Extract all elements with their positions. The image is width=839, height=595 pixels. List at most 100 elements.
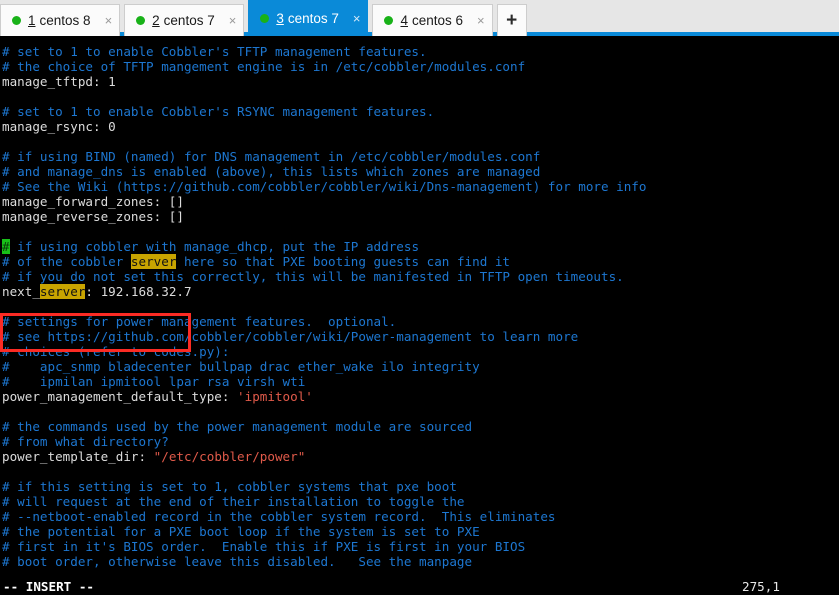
tab-bar: 1 centos 8 × 2 centos 7 × 3 centos 7 × 4 centos 6 ×…: [0, 0, 839, 36]
terminal-text: next_: [2, 284, 40, 299]
tab-label: centos 8: [39, 13, 91, 28]
terminal-cursor: #: [2, 239, 10, 254]
terminal-line: # if this setting is set to 1, cobbler s…: [2, 479, 839, 494]
terminal-text: manage_rsync: 0: [2, 119, 116, 134]
terminal-line: # --netboot-enabled record in the cobble…: [2, 509, 839, 524]
terminal-line: # the choice of TFTP mangement engine is…: [2, 59, 839, 74]
terminal-window: 1 centos 8 × 2 centos 7 × 3 centos 7 × 4 centos 6 ×…: [0, 0, 839, 595]
tab-close-icon[interactable]: ×: [477, 14, 485, 27]
terminal-line: # settings for power management features…: [2, 314, 839, 329]
terminal-comment: # if using BIND (named) for DNS manageme…: [2, 149, 541, 164]
tab-3-active[interactable]: 3 centos 7 ×: [248, 0, 369, 36]
tab-status-dot-icon: [260, 14, 270, 23]
terminal-comment: # the potential for a PXE boot loop if t…: [2, 524, 480, 539]
terminal-line: power_template_dir: "/etc/cobbler/power": [2, 449, 839, 464]
terminal-comment: # set to 1 to enable Cobbler's TFTP mana…: [2, 44, 427, 59]
terminal-line: # will request at the end of their insta…: [2, 494, 839, 509]
terminal-line: # the potential for a PXE boot loop if t…: [2, 524, 839, 539]
terminal-line: # if using BIND (named) for DNS manageme…: [2, 149, 839, 164]
terminal-text: power_template_dir:: [2, 449, 154, 464]
terminal-line: # choices (refer to codes.py):: [2, 344, 839, 359]
terminal-comment: # of the cobbler: [2, 254, 131, 269]
terminal-line: manage_tftpd: 1: [2, 74, 839, 89]
terminal-comment: # from what directory?: [2, 434, 169, 449]
terminal-text: power_management_default_type:: [2, 389, 238, 404]
terminal-line: # apc_snmp bladecenter bullpap drac ethe…: [2, 359, 839, 374]
terminal-comment: # set to 1 to enable Cobbler's RSYNC man…: [2, 104, 435, 119]
terminal-comment: # will request at the end of their insta…: [2, 494, 465, 509]
terminal-comment: here so that PXE booting guests can find…: [176, 254, 511, 269]
tab-label: centos 7: [287, 11, 339, 26]
tab-status-dot-icon: [12, 16, 21, 25]
terminal-line: # set to 1 to enable Cobbler's RSYNC man…: [2, 104, 839, 119]
tab-2[interactable]: 2 centos 7 ×: [124, 4, 245, 36]
tab-number: 1: [28, 13, 36, 28]
terminal-comment: # the choice of TFTP mangement engine is…: [2, 59, 526, 74]
terminal-line: # if using cobbler with manage_dhcp, put…: [2, 239, 839, 254]
terminal-comment: # --netboot-enabled record in the cobble…: [2, 509, 556, 524]
terminal-comment: # see https://github.com/cobbler/cobbler…: [2, 329, 579, 344]
terminal-comment: # ipmilan ipmitool lpar rsa virsh wti: [2, 374, 306, 389]
terminal-line: # see https://github.com/cobbler/cobbler…: [2, 329, 839, 344]
terminal-comment: # settings for power management features…: [2, 314, 397, 329]
terminal-line: # if you do not set this correctly, this…: [2, 269, 839, 284]
tab-list: 1 centos 8 × 2 centos 7 × 3 centos 7 × 4 centos 6 ×: [0, 0, 493, 36]
new-tab-button[interactable]: +: [496, 4, 527, 36]
terminal-comment: # if this setting is set to 1, cobbler s…: [2, 479, 457, 494]
terminal-line: power_management_default_type: 'ipmitool…: [2, 389, 839, 404]
terminal-line: # the commands used by the power managem…: [2, 419, 839, 434]
tab-label: centos 7: [163, 13, 215, 28]
terminal-line: # set to 1 to enable Cobbler's TFTP mana…: [2, 44, 839, 59]
terminal-text: manage_forward_zones: []: [2, 194, 184, 209]
terminal-text: : 192.168.32.7: [85, 284, 192, 299]
terminal-comment: # first in it's BIOS order. Enable this …: [2, 539, 526, 554]
terminal-line: # See the Wiki (https://github.com/cobbl…: [2, 179, 839, 194]
terminal-line: # and manage_dns is enabled (above), thi…: [2, 164, 839, 179]
tab-number: 4: [400, 13, 408, 28]
terminal-line: next_server: 192.168.32.7: [2, 284, 839, 299]
terminal-line: # from what directory?: [2, 434, 839, 449]
terminal-screen[interactable]: # set to 1 to enable Cobbler's TFTP mana…: [0, 36, 839, 595]
terminal-text-area: # set to 1 to enable Cobbler's TFTP mana…: [2, 44, 839, 569]
tab-4[interactable]: 4 centos 6 ×: [372, 4, 493, 36]
tab-close-icon[interactable]: ×: [353, 12, 361, 25]
search-match-highlight: server: [39, 284, 86, 299]
tab-close-icon[interactable]: ×: [229, 14, 237, 27]
terminal-comment: # and manage_dns is enabled (above), thi…: [2, 164, 541, 179]
terminal-comment: # boot order, otherwise leave this disab…: [2, 554, 473, 569]
tab-label: centos 6: [411, 13, 464, 28]
terminal-comment: # apc_snmp bladecenter bullpap drac ethe…: [2, 359, 480, 374]
terminal-line: # of the cobbler server here so that PXE…: [2, 254, 839, 269]
terminal-comment: # choices (refer to codes.py):: [2, 344, 230, 359]
terminal-line: manage_rsync: 0: [2, 119, 839, 134]
terminal-line: # boot order, otherwise leave this disab…: [2, 554, 839, 569]
terminal-comment: # See the Wiki (https://github.com/cobbl…: [2, 179, 647, 194]
terminal-string-value: 'ipmitool': [237, 389, 313, 404]
terminal-comment: # the commands used by the power managem…: [2, 419, 473, 434]
search-match-highlight: server: [130, 254, 177, 269]
plus-icon: +: [506, 10, 518, 31]
tab-1[interactable]: 1 centos 8 ×: [0, 4, 121, 36]
vim-mode-indicator: -- INSERT --: [3, 579, 94, 594]
tab-close-icon[interactable]: ×: [105, 14, 113, 27]
terminal-comment: # if you do not set this correctly, this…: [2, 269, 624, 284]
terminal-line: manage_forward_zones: []: [2, 194, 839, 209]
cursor-position-indicator: 275,1: [742, 579, 780, 594]
terminal-text: manage_tftpd: 1: [2, 74, 116, 89]
terminal-line: # first in it's BIOS order. Enable this …: [2, 539, 839, 554]
terminal-line: # ipmilan ipmitool lpar rsa virsh wti: [2, 374, 839, 389]
terminal-line: manage_reverse_zones: []: [2, 209, 839, 224]
terminal-text: manage_reverse_zones: []: [2, 209, 184, 224]
tab-status-dot-icon: [136, 16, 146, 25]
tab-number: 2: [152, 13, 160, 28]
terminal-string-value: "/etc/cobbler/power": [153, 449, 306, 464]
terminal-comment: if using cobbler with manage_dhcp, put t…: [9, 239, 420, 254]
vim-status-line: -- INSERT -- 275,1: [0, 578, 839, 595]
tab-number: 3: [276, 11, 284, 26]
